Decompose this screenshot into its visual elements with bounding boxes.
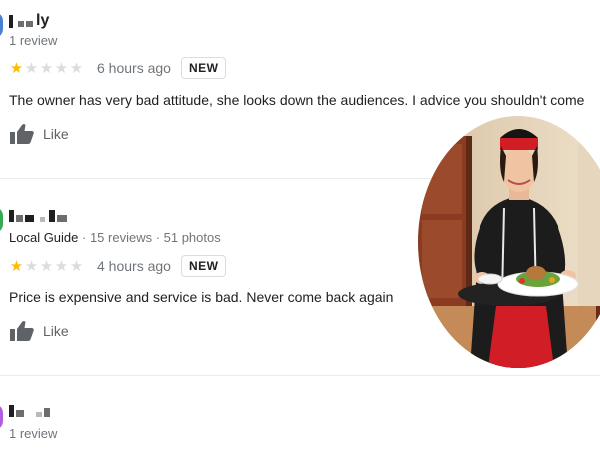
- reviewer-name[interactable]: [9, 208, 67, 224]
- staff-photo: [418, 116, 600, 368]
- name-redaction: [16, 215, 23, 222]
- thumbs-up-icon: [9, 320, 35, 342]
- name-redaction: [9, 14, 13, 28]
- new-badge: NEW: [180, 255, 227, 277]
- review-time: 6 hours ago: [97, 60, 171, 76]
- star-rating: ★ ★ ★ ★ ★: [9, 259, 84, 274]
- name-redaction: [9, 210, 14, 222]
- like-label: Like: [43, 323, 69, 339]
- star-icon: ★: [69, 257, 84, 275]
- waitress-photo-illustration: [418, 116, 600, 368]
- star-icon: ★: [9, 257, 24, 275]
- name-redaction: [16, 410, 24, 417]
- name-redaction: [49, 210, 55, 222]
- reviewer-meta[interactable]: Local Guide · 15 reviews · 51 photos: [9, 230, 221, 245]
- like-button[interactable]: Like: [9, 123, 69, 145]
- star-icon: ★: [39, 257, 54, 275]
- local-guide-label: Local Guide: [9, 230, 79, 245]
- review-time: 4 hours ago: [97, 258, 171, 274]
- review-text: The owner has very bad attitude, she loo…: [9, 92, 585, 108]
- star-rating: ★ ★ ★ ★ ★: [9, 61, 84, 76]
- reviewer-name[interactable]: ly: [9, 12, 50, 29]
- name-redaction: [36, 412, 42, 417]
- star-icon: ★: [69, 59, 84, 77]
- thumbs-up-icon: [9, 123, 35, 145]
- name-redaction: [26, 20, 33, 27]
- star-icon: ★: [9, 59, 24, 77]
- name-redaction: [18, 20, 24, 27]
- like-button[interactable]: Like: [9, 320, 69, 342]
- name-redaction: [57, 215, 67, 222]
- reviewer-meta[interactable]: 1 review: [9, 33, 57, 48]
- name-redaction: [44, 408, 50, 417]
- star-icon: ★: [54, 59, 69, 77]
- name-redaction: [9, 405, 14, 417]
- reviewer-name[interactable]: [9, 403, 50, 419]
- rating-row: ★ ★ ★ ★ ★ 6 hours ago NEW: [9, 57, 227, 79]
- avatar[interactable]: [0, 404, 3, 430]
- name-redaction: [25, 215, 34, 222]
- reviewer-meta[interactable]: 1 review: [9, 426, 57, 441]
- new-badge: NEW: [180, 57, 227, 79]
- avatar[interactable]: [0, 207, 3, 233]
- star-icon: ★: [24, 59, 39, 77]
- star-icon: ★: [39, 59, 54, 77]
- like-label: Like: [43, 126, 69, 142]
- star-icon: ★: [54, 257, 69, 275]
- rating-row: ★ ★ ★ ★ ★ 4 hours ago NEW: [9, 255, 227, 277]
- reviewer-name-text: ly: [36, 12, 50, 29]
- star-icon: ★: [24, 257, 39, 275]
- divider: [0, 375, 600, 376]
- name-redaction: [40, 217, 45, 222]
- reviewer-stats: · 15 reviews · 51 photos: [78, 230, 221, 245]
- avatar[interactable]: [0, 12, 3, 38]
- review-text: Price is expensive and service is bad. N…: [9, 289, 394, 305]
